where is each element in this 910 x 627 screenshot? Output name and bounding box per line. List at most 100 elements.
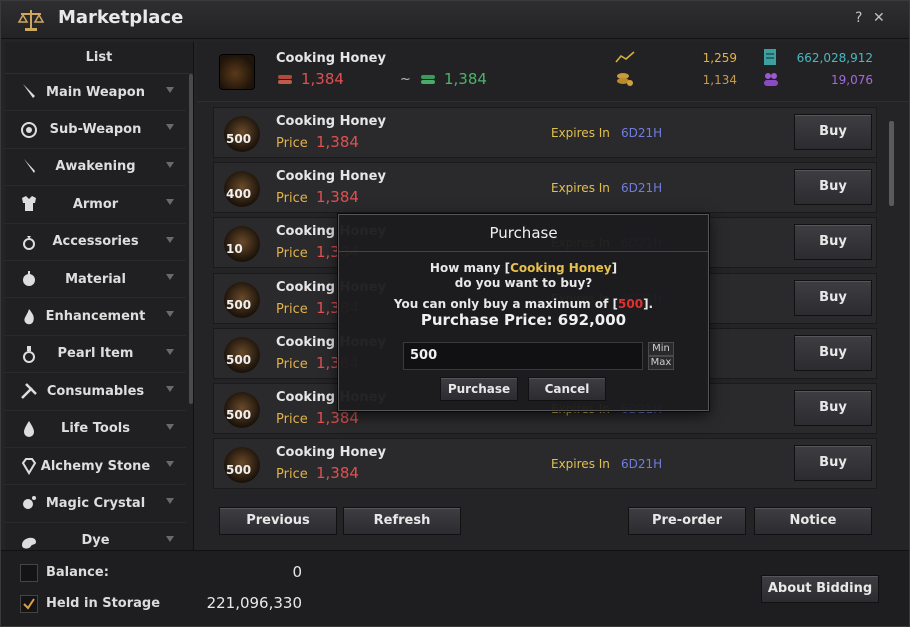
sidebar-item-accessories[interactable]: Accessories (5, 224, 186, 261)
quantity-input[interactable]: 500 (403, 342, 643, 370)
coin-stack-green-icon (421, 75, 435, 84)
close-button[interactable]: ✕ (873, 10, 885, 26)
max-button[interactable]: Max (648, 356, 674, 370)
sidebar-item-awakening[interactable]: Awakening (5, 149, 186, 187)
chevron-down-icon[interactable] (166, 199, 174, 206)
sidebar-header: List (5, 42, 193, 74)
dialog-question: How many [Cooking Honey] (429, 261, 618, 275)
listing-price: 1,384 (316, 188, 359, 207)
window-title: Marketplace (58, 7, 184, 28)
sidebar-item-life-tools[interactable]: Life Tools (5, 411, 186, 448)
purchase-price: Purchase Price: 692,000 (420, 311, 627, 329)
previous-button[interactable]: Previous (219, 507, 337, 535)
drop-icon (19, 419, 39, 439)
sidebar-item-magic-crystal[interactable]: Magic Crystal (5, 485, 186, 523)
sidebar-item-main-weapon[interactable]: Main Weapon (5, 74, 186, 112)
buy-button[interactable]: Buy (794, 114, 872, 150)
notice-button[interactable]: Notice (754, 507, 872, 535)
help-button[interactable]: ? (855, 10, 862, 26)
sidebar-item-consumables[interactable]: Consumables (5, 373, 186, 411)
listing-scrollbar[interactable] (889, 121, 894, 206)
chevron-down-icon[interactable] (166, 348, 174, 355)
chevron-down-icon[interactable] (166, 87, 174, 93)
purchase-dialog: Purchase How many [Cooking Honey] do you… (338, 214, 709, 411)
listing-expires-label: Expires In (551, 126, 610, 140)
price-range-tilde: ~ (400, 72, 411, 87)
item-summary: Cooking Honey 1,384 ~ 1,384 1,259 662,02… (197, 42, 909, 102)
listing-quantity: 500 (226, 408, 252, 422)
buy-button[interactable]: Buy (794, 224, 872, 261)
cancel-button[interactable]: Cancel (528, 377, 606, 401)
coin-stack-icon (278, 75, 292, 84)
title-bar: Marketplace ? ✕ (1, 1, 909, 39)
chevron-down-icon[interactable] (166, 311, 174, 318)
buy-button[interactable]: Buy (794, 390, 872, 426)
listing-price-label: Price (276, 301, 308, 317)
checkmark-icon (23, 598, 35, 610)
shield-icon (19, 120, 39, 140)
buy-button[interactable]: Buy (794, 334, 872, 371)
listing-price: 1,384 (316, 464, 359, 483)
material-icon (19, 269, 39, 289)
listing-item-name: Cooking Honey (276, 114, 386, 129)
min-button[interactable]: Min (648, 342, 674, 356)
total-trade-value: 662,028,912 (796, 51, 873, 65)
sidebar-scrollbar[interactable] (189, 74, 193, 404)
chevron-down-icon[interactable] (166, 498, 174, 505)
refresh-button[interactable]: Refresh (343, 507, 461, 535)
chevron-down-icon[interactable] (166, 386, 174, 393)
listing-quantity: 500 (226, 463, 252, 478)
sidebar-item-pearl-item[interactable]: Pearl Item (5, 336, 186, 374)
sidebar-item-material[interactable]: Material (5, 261, 186, 299)
crystal-icon (19, 493, 39, 513)
listing-quantity: 500 (226, 297, 252, 312)
chevron-down-icon[interactable] (166, 535, 174, 542)
listing-price-label: Price (276, 467, 308, 483)
listing-count: 19,076 (831, 73, 873, 87)
blade-icon (19, 157, 39, 177)
preorder-button[interactable]: Pre-order (628, 507, 746, 535)
gem-icon (19, 456, 39, 476)
listing-row: 400 Cooking Honey Price 1,384 Expires In 6D21… (213, 162, 877, 214)
listing-expires: 6D21H (621, 457, 663, 472)
listing-expires: 6D21H (621, 126, 663, 140)
chevron-down-icon[interactable] (166, 124, 174, 131)
listing-price: 1,384 (316, 409, 359, 427)
sidebar-item-enhancement[interactable]: Enhancement (5, 298, 186, 336)
listing-price-label: Price (276, 356, 308, 372)
chevron-down-icon[interactable] (166, 161, 174, 168)
balance-checkbox[interactable] (20, 564, 38, 582)
chevron-down-icon[interactable] (166, 423, 174, 430)
chevron-down-icon[interactable] (166, 460, 174, 467)
chevron-down-icon[interactable] (166, 273, 174, 280)
trade-count: 1,259 (702, 51, 737, 65)
balance-value: 0 (292, 563, 302, 581)
buy-button[interactable]: Buy (794, 279, 872, 316)
tools-icon (19, 381, 39, 401)
sidebar-item-alchemy-stone[interactable]: Alchemy Stone (5, 448, 186, 486)
listing-price-label: Price (276, 136, 308, 151)
storage-value: 221,096,330 (206, 594, 302, 612)
buy-button[interactable]: Buy (794, 169, 872, 206)
buy-button[interactable]: Buy (794, 445, 872, 482)
listing-price: 1,384 (316, 133, 359, 151)
listing-expires-label: Expires In (551, 457, 610, 472)
sidebar-item-dye[interactable]: Dye (5, 523, 186, 550)
ring-icon (19, 232, 39, 252)
sidebar-item-sub-weapon[interactable]: Sub-Weapon (5, 111, 186, 149)
chevron-down-icon[interactable] (166, 236, 174, 243)
potion-icon (19, 344, 39, 364)
sword-icon (19, 82, 39, 102)
sidebar-item-armor[interactable]: Armor (5, 186, 186, 224)
marketplace-window: Marketplace ? ✕ List Main Weapon Sub-Weap… (0, 0, 910, 627)
dialog-title: Purchase (339, 215, 708, 252)
listing-item-name: Cooking Honey (276, 445, 386, 461)
palette-icon (19, 531, 39, 550)
trend-graph-icon (615, 51, 635, 63)
armor-icon (19, 194, 39, 214)
purchase-button[interactable]: Purchase (440, 377, 518, 401)
storage-checkbox[interactable] (20, 595, 38, 613)
listing-expires: 6D21H (621, 181, 663, 196)
about-bidding-button[interactable]: About Bidding (761, 575, 879, 603)
category-sidebar: List Main Weapon Sub-Weapon Awakening Armor… (5, 42, 194, 550)
